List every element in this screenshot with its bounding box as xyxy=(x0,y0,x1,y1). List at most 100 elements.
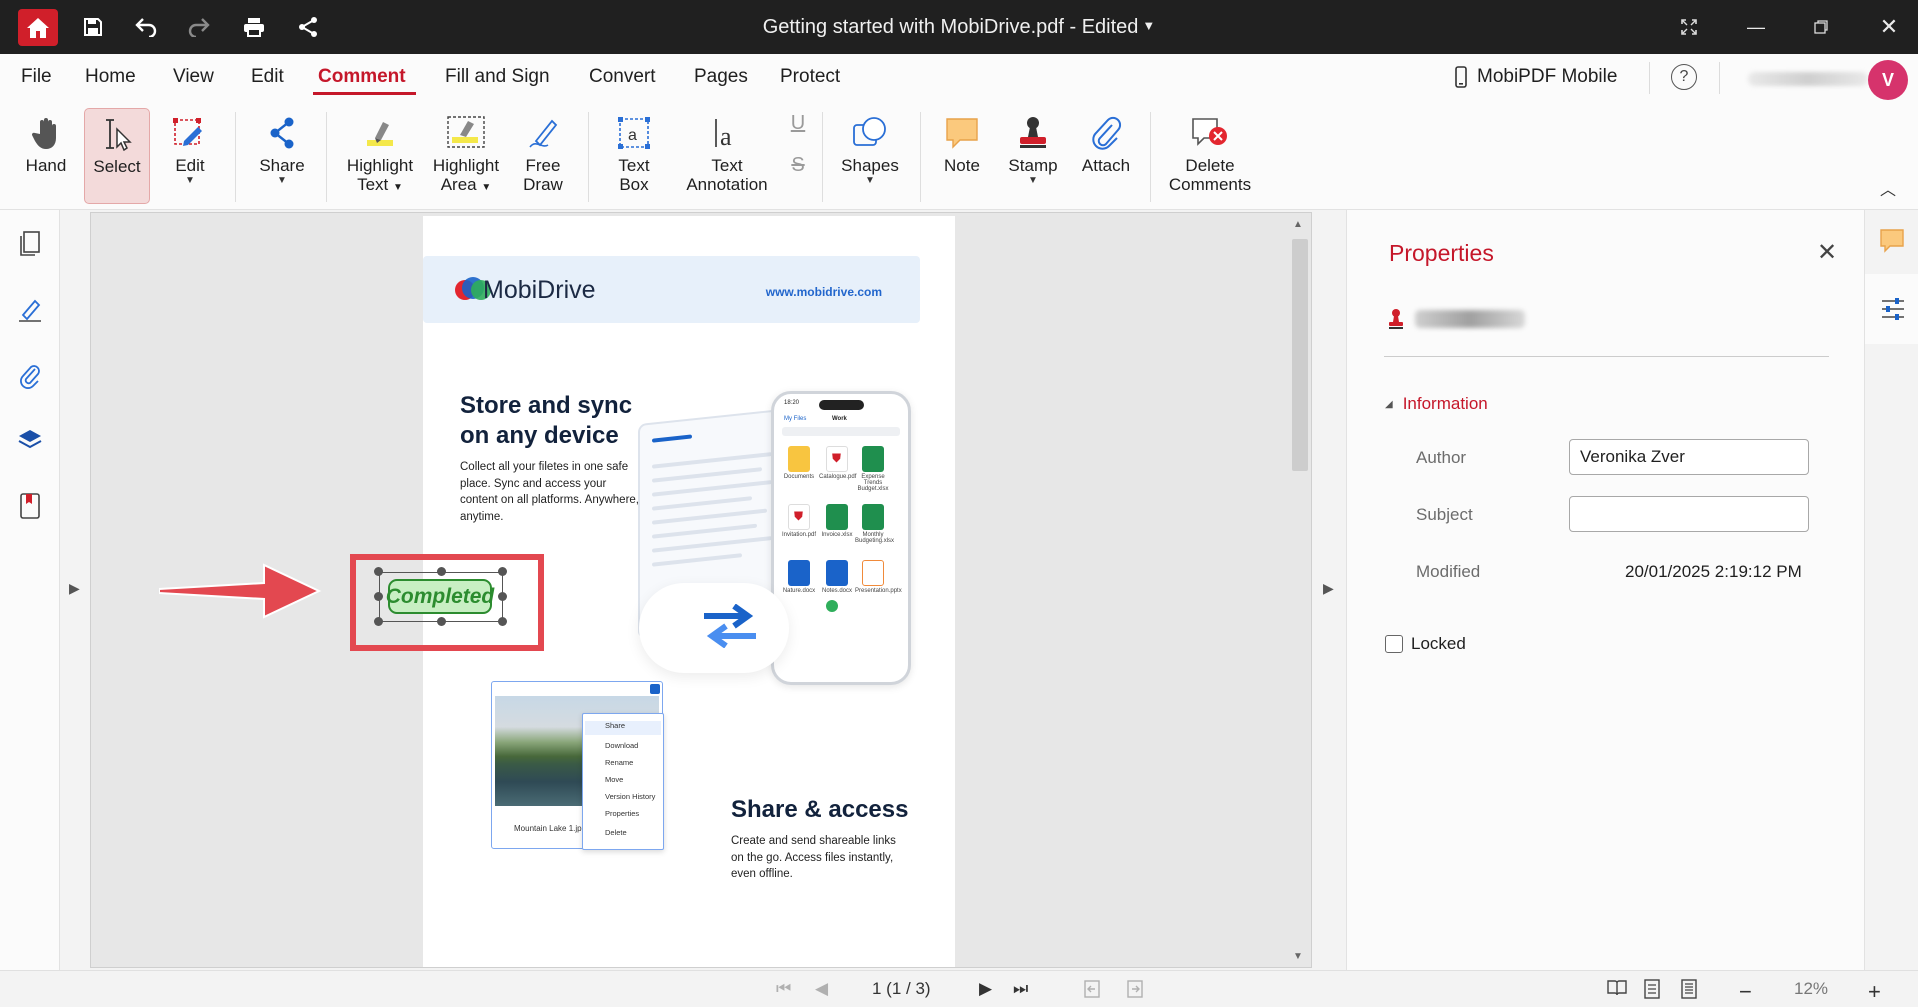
comments-panel-button[interactable] xyxy=(1865,210,1918,272)
previous-page-button[interactable]: ◀ xyxy=(815,979,828,999)
resize-handle[interactable] xyxy=(374,567,383,576)
menu-pages[interactable]: Pages xyxy=(694,66,748,88)
locked-checkbox[interactable] xyxy=(1385,635,1403,653)
resize-handle[interactable] xyxy=(498,617,507,626)
modified-value: 20/01/2025 2:19:12 PM xyxy=(1625,562,1802,581)
chevron-down-icon: ▼ xyxy=(481,182,492,193)
close-properties-button[interactable]: ✕ xyxy=(1817,238,1837,267)
first-page-button[interactable]: ⏮ xyxy=(776,979,791,999)
scroll-up-icon[interactable]: ▲ xyxy=(1293,219,1303,230)
spreadsheet-file-icon xyxy=(826,504,848,530)
modified-label: Modified xyxy=(1416,562,1481,581)
select-tool-button[interactable]: Select xyxy=(84,108,150,204)
layers-button[interactable] xyxy=(14,424,46,456)
menu-file[interactable]: File xyxy=(21,66,52,88)
avatar[interactable]: V xyxy=(1868,60,1908,100)
note-button[interactable]: Note xyxy=(932,108,992,204)
fullscreen-button[interactable] xyxy=(1666,8,1712,46)
zoom-level[interactable]: 12% xyxy=(1794,979,1828,999)
thumbnails-button[interactable] xyxy=(14,228,46,260)
zoom-out-button[interactable]: − xyxy=(1739,979,1752,1005)
information-section-header[interactable]: ◢ Information xyxy=(1385,394,1488,414)
menu-convert[interactable]: Convert xyxy=(589,66,656,88)
hand-tool-button[interactable]: Hand xyxy=(18,108,74,204)
signatures-button[interactable] xyxy=(14,294,46,326)
resize-handle[interactable] xyxy=(437,567,446,576)
stamp-label: Stamp xyxy=(1008,156,1058,175)
book-icon xyxy=(1607,980,1627,996)
text-annotation-button[interactable]: a Text Annotation xyxy=(678,108,776,204)
presentation-file-icon xyxy=(862,560,884,586)
edit-tool-button[interactable]: Edit ▼ xyxy=(162,108,218,204)
previous-view-icon xyxy=(1084,980,1100,998)
close-window-button[interactable]: ✕ xyxy=(1866,8,1912,46)
document-viewport[interactable]: MobiDrive www.mobidrive.com Store and sy… xyxy=(90,212,1312,968)
previous-view-button[interactable] xyxy=(1083,979,1101,999)
resize-handle[interactable] xyxy=(498,592,507,601)
select-label: Select xyxy=(93,157,141,176)
expand-right-panel-icon[interactable]: ▶ xyxy=(1323,580,1334,597)
menu-home[interactable]: Home xyxy=(85,66,136,88)
last-page-button[interactable]: ⏭ xyxy=(1013,979,1028,999)
menu-edit[interactable]: Edit xyxy=(251,66,284,88)
collapse-ribbon-button[interactable]: ︿ xyxy=(1880,176,1896,200)
resize-handle[interactable] xyxy=(498,567,507,576)
menu-comment[interactable]: Comment xyxy=(318,66,406,88)
attach-button[interactable]: Attach xyxy=(1076,108,1136,204)
minimize-button[interactable]: — xyxy=(1733,8,1779,46)
strikethrough-button[interactable]: S xyxy=(784,152,812,192)
highlight-text-button[interactable]: Highlight Text ▼ xyxy=(342,108,418,204)
free-draw-button[interactable]: Free Draw xyxy=(514,108,572,204)
properties-panel-button[interactable] xyxy=(1865,274,1918,344)
chevron-down-icon: ▼ xyxy=(185,175,195,186)
menu-protect[interactable]: Protect xyxy=(780,66,840,88)
page-indicator[interactable]: 1 (1 / 3) xyxy=(872,979,931,999)
document-title[interactable]: Getting started with MobiDrive.pdf - Edi… xyxy=(0,16,1918,39)
author-field[interactable]: Veronika Zver xyxy=(1569,439,1809,475)
menu-view[interactable]: View xyxy=(173,66,214,88)
highlight-area-button[interactable]: Highlight Area ▼ xyxy=(424,108,508,204)
resize-handle[interactable] xyxy=(374,617,383,626)
zoom-in-button[interactable]: + xyxy=(1868,979,1881,1005)
brand-url[interactable]: www.mobidrive.com xyxy=(766,285,882,299)
divider xyxy=(588,112,589,202)
sync-arrows-icon xyxy=(704,604,756,648)
scroll-down-icon[interactable]: ▼ xyxy=(1293,951,1303,962)
single-page-button[interactable] xyxy=(1644,979,1660,999)
locked-row[interactable]: Locked xyxy=(1385,634,1466,654)
text-box-button[interactable]: a Text Box xyxy=(604,108,664,204)
highlight-area-label-2-text: Area xyxy=(440,175,477,194)
restore-button[interactable] xyxy=(1798,8,1844,46)
resize-handle[interactable] xyxy=(374,592,383,601)
layers-icon xyxy=(18,430,42,449)
ctx-properties: Properties xyxy=(605,809,640,818)
shapes-button[interactable]: Shapes ▼ xyxy=(836,108,904,204)
attachments-button[interactable] xyxy=(14,360,46,392)
tablet-row xyxy=(652,480,772,497)
share-tool-button[interactable]: Share ▼ xyxy=(252,108,312,204)
next-view-button[interactable] xyxy=(1126,979,1144,999)
resize-handle[interactable] xyxy=(437,617,446,626)
next-page-button[interactable]: ▶ xyxy=(979,979,992,999)
svg-text:a: a xyxy=(628,127,637,144)
properties-panel: Properties ✕ ◢ Information Author Veronik… xyxy=(1346,210,1864,970)
user-name-redacted[interactable] xyxy=(1748,72,1868,86)
edit-annotation-icon xyxy=(173,118,202,146)
menu-fill-and-sign[interactable]: Fill and Sign xyxy=(445,66,550,88)
delete-comments-button[interactable]: Delete Comments xyxy=(1162,108,1258,204)
body-store: Collect all your filetes in one safe pla… xyxy=(460,461,639,523)
phone-file-label: Nature.docx xyxy=(782,588,816,594)
stamp-button[interactable]: Stamp ▼ xyxy=(1002,108,1064,204)
scrollbar-thumb[interactable] xyxy=(1292,239,1308,471)
annotation-name-row xyxy=(1387,308,1525,330)
continuous-page-button[interactable] xyxy=(1681,979,1697,999)
expand-left-panel-icon[interactable]: ▶ xyxy=(69,580,80,597)
subject-field[interactable] xyxy=(1569,496,1809,532)
bookmarks-button[interactable] xyxy=(14,490,46,522)
completed-stamp[interactable]: Completed xyxy=(386,579,494,614)
reading-mode-button[interactable] xyxy=(1606,979,1628,997)
help-button[interactable]: ? xyxy=(1671,64,1697,90)
mobipdf-mobile-link[interactable]: MobiPDF Mobile xyxy=(1455,66,1617,88)
stamp-icon xyxy=(1020,117,1046,148)
tablet-row xyxy=(652,508,767,525)
